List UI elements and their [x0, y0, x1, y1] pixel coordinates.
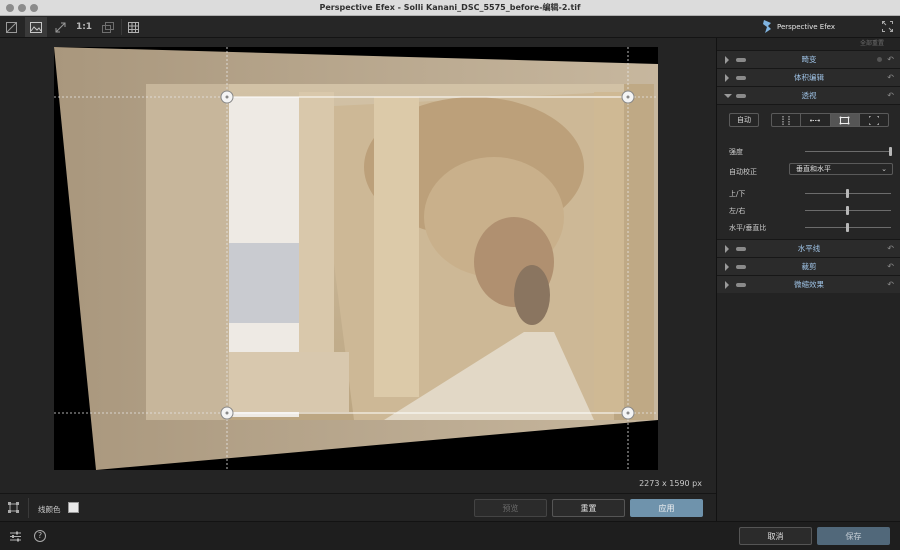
ratio-label: 水平/垂直比 [729, 224, 767, 232]
brand-name: Perspective Efex [777, 22, 835, 31]
split-view-icon [5, 21, 17, 33]
cancel-button[interactable]: 取消 [739, 527, 812, 545]
reset-section-icon[interactable]: ↶ [887, 280, 894, 289]
compare-icon [102, 21, 114, 33]
reset-section-icon[interactable]: ↶ [887, 91, 894, 100]
reset-section-icon[interactable]: ↶ [887, 73, 894, 82]
chevron-down-icon: ⌄ [881, 165, 887, 173]
section-perspective[interactable]: 透视 ↶ [717, 86, 900, 104]
bottom-separator [28, 498, 29, 518]
reset-section-icon[interactable]: ↶ [887, 262, 894, 271]
updown-slider-knob[interactable] [846, 189, 849, 198]
reset-all-link[interactable]: 全部重置 [717, 38, 900, 50]
reset-button[interactable]: 重置 [552, 499, 625, 517]
rectangle-icon [839, 116, 850, 124]
section-label: 微缩效果 [794, 280, 824, 289]
mode-free-button[interactable] [860, 114, 888, 126]
save-button[interactable]: 保存 [817, 527, 890, 545]
section-horizon[interactable]: 水平线 ↶ [717, 239, 900, 257]
fit-screen-icon [55, 22, 65, 32]
grid-button[interactable] [122, 17, 144, 37]
perspective-efex-logo-icon [763, 20, 771, 33]
footer-bar: ? 取消 保存 [0, 521, 900, 550]
image-dimensions: 2273 x 1590 px [639, 479, 702, 488]
compare-button[interactable] [97, 17, 119, 37]
section-distortion[interactable]: 畸变 ↶ [717, 50, 900, 68]
vertical-lines-icon [782, 115, 790, 125]
preview-button[interactable]: 预览 [474, 499, 547, 517]
control-handle[interactable] [621, 90, 635, 104]
split-view-button[interactable] [0, 17, 22, 37]
section-crop[interactable]: 裁剪 ↶ [717, 257, 900, 275]
control-handle[interactable] [220, 406, 234, 420]
image-view-button[interactable] [25, 17, 47, 37]
section-label: 裁剪 [801, 262, 817, 271]
section-label: 透视 [801, 91, 817, 100]
reset-section-icon[interactable]: ↶ [887, 244, 894, 253]
transform-tool-icon [8, 502, 19, 513]
control-handle[interactable] [220, 90, 234, 104]
fullscreen-icon [882, 21, 893, 32]
auto-button[interactable]: 自动 [729, 113, 759, 127]
strength-label: 强度 [729, 148, 743, 156]
section-volume[interactable]: 体积编辑 ↶ [717, 68, 900, 86]
image-view-icon [30, 21, 42, 33]
grid-icon [127, 21, 139, 33]
section-label: 畸变 [801, 55, 817, 64]
one-to-one-label: 1:1 [75, 22, 93, 32]
sliders-icon [10, 531, 21, 542]
fit-screen-button[interactable] [49, 17, 71, 37]
auto-correct-value: 垂直和水平 [796, 165, 831, 173]
ratio-slider-knob[interactable] [846, 223, 849, 232]
status-dot-icon [877, 57, 882, 62]
line-color-swatch[interactable] [68, 502, 79, 513]
section-miniature[interactable]: 微缩效果 ↶ [717, 275, 900, 293]
mode-rectangle-button[interactable] [830, 114, 860, 126]
settings-button[interactable] [10, 531, 21, 544]
strength-slider-knob[interactable] [889, 147, 892, 156]
line-color-label: 线颜色 [38, 505, 61, 514]
reset-section-icon[interactable]: ↶ [887, 55, 894, 64]
toolbar: 1:1 Perspective Efex [0, 16, 900, 38]
strength-slider-track[interactable] [805, 151, 889, 152]
perspective-mode-selector [771, 113, 889, 127]
canvas-bottom-bar: 线颜色 预览 重置 应用 [0, 493, 716, 521]
leftright-label: 左/右 [729, 207, 746, 215]
leftright-slider-knob[interactable] [846, 206, 849, 215]
brand: Perspective Efex [762, 20, 835, 33]
mode-horizontal-button[interactable] [801, 114, 831, 126]
image-stage[interactable] [54, 47, 658, 470]
section-label: 水平线 [797, 244, 821, 253]
mode-vertical-button[interactable] [772, 114, 802, 126]
transform-tool-button[interactable] [8, 502, 19, 515]
image-canvas[interactable]: 2273 x 1590 px [0, 38, 716, 493]
window-title: Perspective Efex - Solli Kanani_DSC_5575… [319, 3, 581, 12]
apply-button[interactable]: 应用 [630, 499, 703, 517]
help-icon[interactable]: ? [34, 530, 46, 542]
updown-label: 上/下 [729, 190, 746, 198]
horizontal-lines-icon [810, 119, 821, 121]
fullscreen-button[interactable] [882, 21, 893, 34]
one-to-one-button[interactable]: 1:1 [73, 17, 95, 37]
control-handle[interactable] [621, 406, 635, 420]
section-label: 体积编辑 [794, 73, 824, 82]
auto-correct-label: 自动校正 [729, 168, 757, 176]
auto-correct-select[interactable]: 垂直和水平 ⌄ [789, 163, 893, 175]
title-bar: Perspective Efex - Solli Kanani_DSC_5575… [0, 0, 900, 16]
free-transform-icon [868, 115, 879, 125]
photo-preview[interactable] [54, 47, 658, 470]
perspective-controls: 自动 强度 自动校正 垂直和水平 ⌄ 上/下 左/右 水平/垂直比 [717, 104, 900, 239]
adjustments-panel: 全部重置 畸变 ↶ 体积编辑 ↶ 透视 ↶ 自动 强度 自动校正 垂直和水平 ⌄… [716, 38, 900, 521]
